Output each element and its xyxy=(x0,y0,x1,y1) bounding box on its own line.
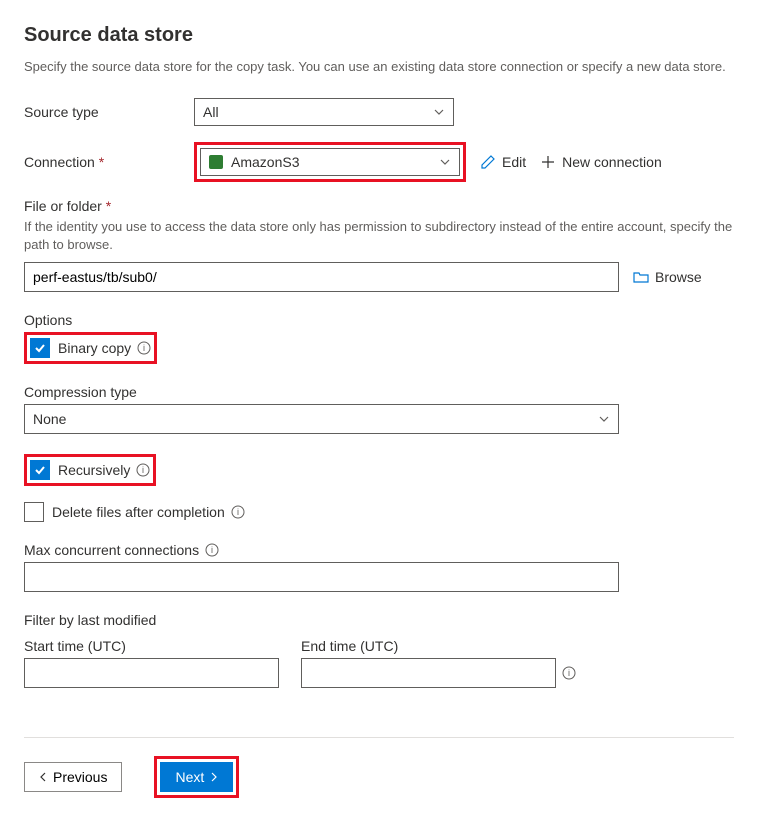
info-icon[interactable]: i xyxy=(137,341,151,355)
max-concurrent-input[interactable] xyxy=(24,562,619,592)
chevron-down-icon xyxy=(439,156,451,168)
delete-after-label: Delete files after completion xyxy=(52,504,225,520)
file-folder-label: File or folder xyxy=(24,198,734,214)
svg-text:i: i xyxy=(142,465,144,475)
max-concurrent-label: Max concurrent connections i xyxy=(24,542,219,558)
browse-label: Browse xyxy=(655,269,702,285)
source-type-select[interactable]: All xyxy=(194,98,454,126)
chevron-down-icon xyxy=(433,106,445,118)
page-subtitle: Specify the source data store for the co… xyxy=(24,59,734,74)
edit-connection-link[interactable]: Edit xyxy=(480,154,526,170)
recursively-label: Recursively xyxy=(58,462,130,478)
page-title: Source data store xyxy=(24,24,734,47)
info-icon[interactable]: i xyxy=(562,666,576,680)
info-icon[interactable]: i xyxy=(231,505,245,519)
source-type-label: Source type xyxy=(24,104,194,120)
chevron-left-icon xyxy=(39,772,49,782)
connection-select[interactable]: AmazonS3 xyxy=(200,148,460,176)
end-time-label: End time (UTC) xyxy=(301,638,576,654)
amazon-s3-icon xyxy=(209,155,223,169)
next-highlight: Next xyxy=(154,756,239,798)
start-time-label: Start time (UTC) xyxy=(24,638,279,654)
file-folder-input[interactable] xyxy=(24,262,619,292)
svg-text:i: i xyxy=(211,545,213,555)
info-icon[interactable]: i xyxy=(136,463,150,477)
next-label: Next xyxy=(175,769,204,785)
end-time-input[interactable] xyxy=(301,658,556,688)
binary-copy-checkbox[interactable] xyxy=(30,338,50,358)
chevron-down-icon xyxy=(598,413,610,425)
footer: Previous Next xyxy=(24,737,734,798)
options-label: Options xyxy=(24,312,734,328)
file-folder-helper: If the identity you use to access the da… xyxy=(24,218,734,254)
source-type-value: All xyxy=(203,104,219,120)
compression-value: None xyxy=(33,411,66,427)
connection-label: Connection xyxy=(24,154,194,170)
delete-after-checkbox[interactable] xyxy=(24,502,44,522)
new-connection-label: New connection xyxy=(562,154,662,170)
binary-copy-label: Binary copy xyxy=(58,340,131,356)
start-time-input[interactable] xyxy=(24,658,279,688)
recursively-checkbox[interactable] xyxy=(30,460,50,480)
compression-select[interactable]: None xyxy=(24,404,619,434)
connection-value: AmazonS3 xyxy=(231,154,299,170)
connection-highlight: AmazonS3 xyxy=(194,142,466,182)
new-connection-link[interactable]: New connection xyxy=(540,154,662,170)
svg-text:i: i xyxy=(237,507,239,517)
info-icon[interactable]: i xyxy=(205,543,219,557)
compression-label: Compression type xyxy=(24,384,734,400)
pencil-icon xyxy=(480,154,496,170)
previous-label: Previous xyxy=(53,769,107,785)
filter-label: Filter by last modified xyxy=(24,612,734,628)
plus-icon xyxy=(540,154,556,170)
folder-icon xyxy=(633,269,649,285)
previous-button[interactable]: Previous xyxy=(24,762,122,792)
max-concurrent-label-text: Max concurrent connections xyxy=(24,542,199,558)
chevron-right-icon xyxy=(208,772,218,782)
svg-text:i: i xyxy=(568,668,570,678)
edit-label: Edit xyxy=(502,154,526,170)
next-button[interactable]: Next xyxy=(160,762,233,792)
recursively-highlight: Recursively i xyxy=(24,454,156,486)
browse-link[interactable]: Browse xyxy=(633,269,702,285)
svg-text:i: i xyxy=(143,343,145,353)
binary-copy-highlight: Binary copy i xyxy=(24,332,157,364)
